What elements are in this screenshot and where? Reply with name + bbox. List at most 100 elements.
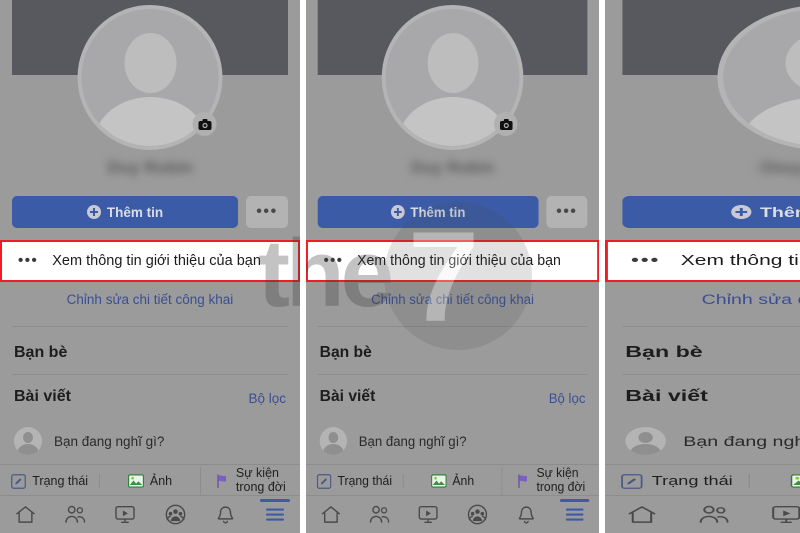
home-icon — [15, 506, 35, 523]
intro-row-label: Xem thông tin giới thiệu của bạn — [680, 253, 800, 269]
user-avatar-icon — [625, 427, 666, 455]
life-event-line2: trong đời — [235, 480, 286, 494]
nav-menu[interactable] — [250, 496, 300, 533]
photo-icon — [127, 474, 144, 488]
divider-1 — [317, 326, 588, 327]
post-composer[interactable]: Bạn đang nghĩ gì? — [319, 424, 586, 458]
edit-public-details-link[interactable]: Chỉnh sửa chi tiết công khai — [0, 292, 300, 307]
nav-video[interactable] — [404, 496, 453, 533]
profile-avatar-wrap[interactable] — [381, 5, 524, 150]
divider-1 — [12, 326, 288, 327]
nav-notifications[interactable] — [501, 496, 550, 533]
action-photo[interactable]: Ảnh — [403, 474, 501, 488]
status-pencil-icon — [317, 473, 332, 489]
panel-separator-2 — [599, 0, 605, 533]
friends-heading: Bạn bè — [625, 344, 703, 361]
video-icon — [418, 505, 438, 523]
nav-friends[interactable] — [355, 496, 404, 533]
posts-heading: Bài viết — [319, 388, 376, 405]
edit-public-details-label: Chỉnh sửa chi tiết công khai — [701, 292, 800, 307]
screenshot-panel-3: Duy Robin Thêm tin ••• ••• Xem thông tin… — [605, 0, 800, 533]
avatar-body-shape — [741, 97, 800, 146]
intro-row-highlighted[interactable]: ••• Xem thông tin giới thiệu của bạn — [306, 240, 599, 282]
composer-placeholder: Bạn đang nghĩ gì? — [683, 433, 800, 449]
profile-name: Duy Robin — [760, 158, 800, 177]
nav-friends[interactable] — [678, 496, 751, 533]
friends-heading: Bạn bè — [319, 344, 372, 361]
nav-groups[interactable] — [453, 496, 502, 533]
friends-icon — [369, 505, 389, 523]
add-story-button[interactable]: Thêm tin — [317, 196, 539, 228]
edit-public-details-link[interactable]: Chỉnh sửa chi tiết công khai — [306, 292, 599, 307]
intro-row-dots-icon: ••• — [631, 252, 661, 269]
profile-avatar-wrap[interactable] — [77, 5, 223, 150]
add-story-button[interactable]: Thêm tin — [622, 196, 800, 228]
action-photo[interactable]: Ảnh — [749, 474, 800, 488]
add-story-button[interactable]: Thêm tin — [12, 196, 238, 228]
profile-more-button[interactable]: ••• — [546, 196, 588, 228]
screenshot-panel-2: Duy Robin Thêm tin ••• ••• Xem thông tin… — [306, 0, 599, 533]
camera-icon[interactable] — [494, 112, 518, 136]
camera-icon[interactable] — [192, 112, 217, 136]
posts-heading: Bài viết — [625, 388, 708, 405]
nav-home[interactable] — [306, 496, 355, 533]
nav-video[interactable] — [100, 496, 150, 533]
status-pencil-icon — [621, 473, 643, 489]
nav-video[interactable] — [750, 496, 800, 533]
intro-row-label: Xem thông tin giới thiệu của bạn — [52, 253, 261, 269]
groups-icon — [165, 504, 185, 525]
photo-icon — [790, 474, 800, 488]
nav-home[interactable] — [605, 496, 678, 533]
edit-public-details-link[interactable]: Chỉnh sửa chi tiết công khai — [605, 292, 800, 307]
action-photo[interactable]: Ảnh — [99, 474, 199, 488]
action-photo-label: Ảnh — [149, 474, 173, 488]
action-status[interactable]: Trạng thái — [0, 473, 99, 489]
intro-row-highlighted[interactable]: ••• Xem thông tin giới thiệu của bạn — [605, 240, 800, 282]
post-composer[interactable]: Bạn đang nghĩ gì? — [14, 424, 286, 458]
profile-more-button[interactable]: ••• — [246, 196, 288, 228]
friends-heading: Bạn bè — [14, 344, 68, 361]
avatar[interactable] — [717, 5, 800, 150]
posts-filter-link[interactable]: Bộ lọc — [549, 391, 586, 406]
action-life-event[interactable]: Sự kiện trong đời — [199, 466, 300, 495]
screenshot-stage: Duy Robin Thêm tin ••• ••• Xem thông tin… — [0, 0, 800, 533]
add-story-label: Thêm tin — [759, 204, 800, 220]
nav-groups[interactable] — [150, 496, 200, 533]
life-event-line1: Sự kiện — [235, 466, 279, 481]
profile-avatar-wrap[interactable] — [717, 5, 800, 150]
phone-screen-2: Duy Robin Thêm tin ••• ••• Xem thông tin… — [306, 0, 599, 533]
profile-name: Duy Robin — [411, 158, 495, 177]
nav-menu[interactable] — [550, 496, 599, 533]
groups-icon — [467, 504, 487, 525]
nav-active-indicator — [260, 499, 290, 502]
screenshot-panel-1: Duy Robin Thêm tin ••• ••• Xem thông tin… — [0, 0, 300, 533]
more-dots-icon: ••• — [256, 203, 278, 220]
bottom-navigation — [605, 495, 800, 533]
action-life-event[interactable]: Sự kiện trong đời — [501, 466, 599, 495]
composer-placeholder: Bạn đang nghĩ gì? — [358, 433, 467, 449]
divider-2 — [317, 374, 588, 375]
life-event-line1: Sự kiện — [536, 466, 579, 481]
bottom-navigation — [306, 495, 599, 533]
action-status[interactable]: Trạng thái — [306, 473, 403, 489]
edit-public-details-label: Chỉnh sửa chi tiết công khai — [371, 292, 534, 307]
nav-friends[interactable] — [50, 496, 100, 533]
nav-home[interactable] — [0, 496, 50, 533]
post-composer[interactable]: Bạn đang nghĩ gì? — [625, 424, 800, 458]
video-icon — [772, 505, 800, 523]
user-avatar-icon — [319, 427, 348, 455]
intro-row-label: Xem thông tin giới thiệu của bạn — [357, 253, 561, 269]
avatar-head-shape — [784, 33, 800, 93]
bottom-navigation — [0, 495, 300, 533]
action-photo-label: Ảnh — [452, 474, 475, 488]
nav-active-indicator — [560, 499, 590, 502]
photo-icon — [431, 474, 447, 488]
posts-filter-link[interactable]: Bộ lọc — [248, 391, 286, 406]
action-status-label: Trạng thái — [337, 474, 393, 488]
plus-circle-icon — [730, 205, 752, 219]
profile-action-row: Thêm tin ••• — [622, 196, 800, 228]
nav-notifications[interactable] — [200, 496, 250, 533]
phone-screen-1: Duy Robin Thêm tin ••• ••• Xem thông tin… — [0, 0, 300, 533]
intro-row-highlighted[interactable]: ••• Xem thông tin giới thiệu của bạn — [0, 240, 300, 282]
action-status[interactable]: Trạng thái — [605, 473, 749, 489]
